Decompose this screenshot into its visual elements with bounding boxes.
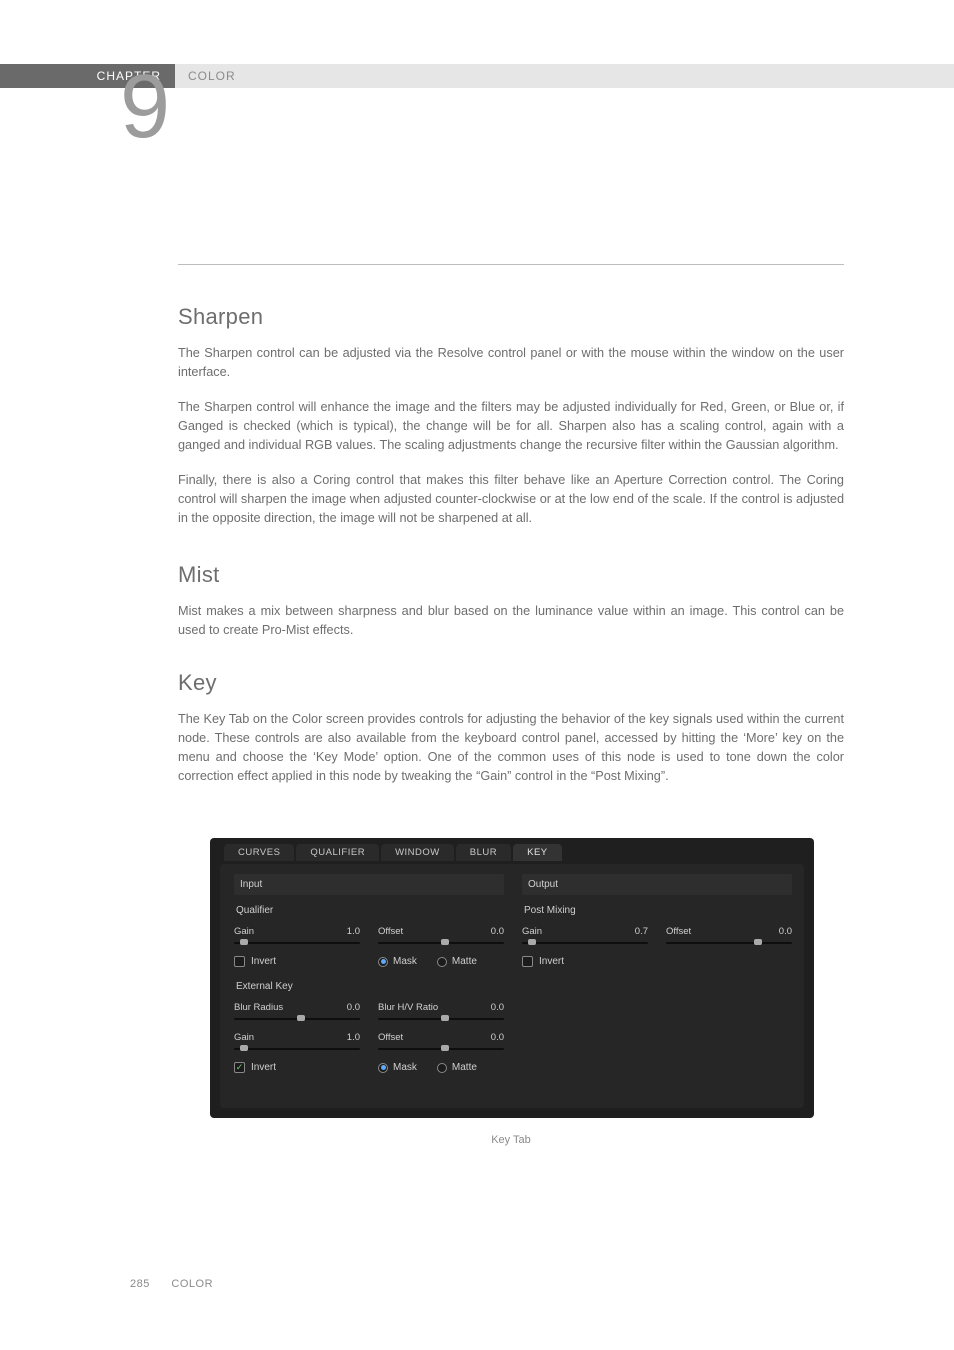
gain2-value: 1.0 — [347, 1032, 360, 1043]
page-number: 285 — [130, 1278, 150, 1290]
section-sharpen: Sharpen The Sharpen control can be adjus… — [178, 304, 844, 544]
tab-window[interactable]: WINDOW — [381, 844, 454, 861]
mask-label: Mask — [393, 956, 417, 967]
matte-radio[interactable] — [437, 957, 447, 967]
matte2-label: Matte — [452, 1062, 477, 1073]
heading-mist: Mist — [178, 562, 844, 588]
offset-value: 0.0 — [491, 926, 504, 937]
tab-curves[interactable]: CURVES — [224, 844, 294, 861]
output-header: Output — [522, 874, 792, 895]
footer: 285 COLOR — [130, 1278, 213, 1290]
paragraph: The Sharpen control will enhance the ima… — [178, 398, 844, 455]
matte2-radio[interactable] — [437, 1063, 447, 1073]
blur-radius-label: Blur Radius — [234, 1002, 283, 1013]
chapter-title: COLOR — [188, 64, 236, 88]
offset2-field[interactable]: Offset 0.0 — [378, 1032, 504, 1052]
gain2-label: Gain — [234, 1032, 254, 1043]
offset2-value: 0.0 — [491, 1032, 504, 1043]
divider — [178, 264, 844, 265]
gain-field[interactable]: Gain 1.0 — [234, 926, 360, 946]
qualifier-label: Qualifier — [236, 905, 504, 916]
blur-hv-field[interactable]: Blur H/V Ratio 0.0 — [378, 1002, 504, 1022]
invert-checkbox[interactable] — [234, 956, 245, 967]
footer-title: COLOR — [171, 1278, 213, 1290]
offset-label: Offset — [378, 926, 403, 937]
out-offset-field[interactable]: Offset 0.0 — [666, 926, 792, 946]
out-gain-field[interactable]: Gain 0.7 — [522, 926, 648, 946]
out-gain-label: Gain — [522, 926, 542, 937]
paragraph: The Key Tab on the Color screen provides… — [178, 710, 844, 786]
section-mist: Mist Mist makes a mix between sharpness … — [178, 562, 844, 656]
matte-label: Matte — [452, 956, 477, 967]
heading-sharpen: Sharpen — [178, 304, 844, 330]
mask-radio[interactable] — [378, 957, 388, 967]
tab-qualifier[interactable]: QUALIFIER — [296, 844, 379, 861]
gain-label: Gain — [234, 926, 254, 937]
panel-tabs: CURVES QUALIFIER WINDOW BLUR KEY — [224, 844, 562, 861]
gain-value: 1.0 — [347, 926, 360, 937]
chapter-number: 9 — [120, 62, 170, 152]
mask2-radio[interactable] — [378, 1063, 388, 1073]
tab-key[interactable]: KEY — [513, 844, 562, 861]
paragraph: Mist makes a mix between sharpness and b… — [178, 602, 844, 640]
input-header: Input — [234, 874, 504, 895]
offset2-label: Offset — [378, 1032, 403, 1043]
mask2-label: Mask — [393, 1062, 417, 1073]
out-invert-label: Invert — [539, 956, 564, 967]
offset-field[interactable]: Offset 0.0 — [378, 926, 504, 946]
blur-radius-value: 0.0 — [347, 1002, 360, 1013]
invert2-label: Invert — [251, 1062, 276, 1073]
paragraph: Finally, there is also a Coring control … — [178, 471, 844, 528]
out-invert-checkbox[interactable] — [522, 956, 533, 967]
gain2-field[interactable]: Gain 1.0 — [234, 1032, 360, 1052]
section-key: Key The Key Tab on the Color screen prov… — [178, 670, 844, 802]
external-key-label: External Key — [236, 981, 504, 992]
out-gain-value: 0.7 — [635, 926, 648, 937]
panel-left-col: Input Qualifier Gain 1.0 Offset 0.0 — [234, 874, 504, 1083]
panel-right-col: Output Post Mixing Gain 0.7 Offset 0.0 Inv… — [522, 874, 792, 967]
out-offset-label: Offset — [666, 926, 691, 937]
tab-blur[interactable]: BLUR — [456, 844, 511, 861]
post-mixing-label: Post Mixing — [524, 905, 792, 916]
blur-hv-label: Blur H/V Ratio — [378, 1002, 438, 1013]
invert2-checkbox[interactable] — [234, 1062, 245, 1073]
key-tab-panel: CURVES QUALIFIER WINDOW BLUR KEY Input Q… — [210, 838, 814, 1118]
heading-key: Key — [178, 670, 844, 696]
blur-radius-field[interactable]: Blur Radius 0.0 — [234, 1002, 360, 1022]
paragraph: The Sharpen control can be adjusted via … — [178, 344, 844, 382]
invert-label: Invert — [251, 956, 276, 967]
out-offset-value: 0.0 — [779, 926, 792, 937]
figure-caption: Key Tab — [178, 1134, 844, 1146]
blur-hv-value: 0.0 — [491, 1002, 504, 1013]
panel-body: Input Qualifier Gain 1.0 Offset 0.0 — [220, 864, 804, 1108]
